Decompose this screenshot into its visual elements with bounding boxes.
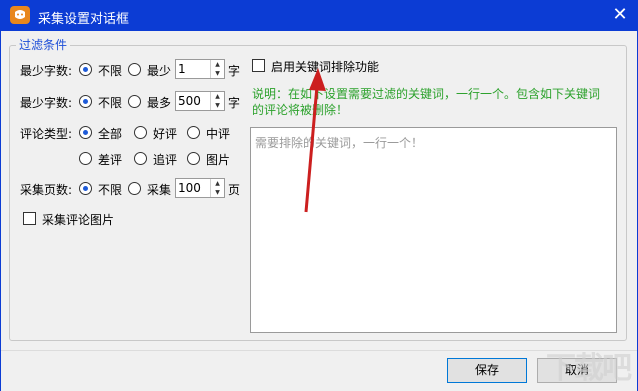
watermark-logo: 下载吧 [546,351,632,386]
annotation-arrow-icon [304,68,326,213]
save-button[interactable]: 保存 [447,358,527,383]
